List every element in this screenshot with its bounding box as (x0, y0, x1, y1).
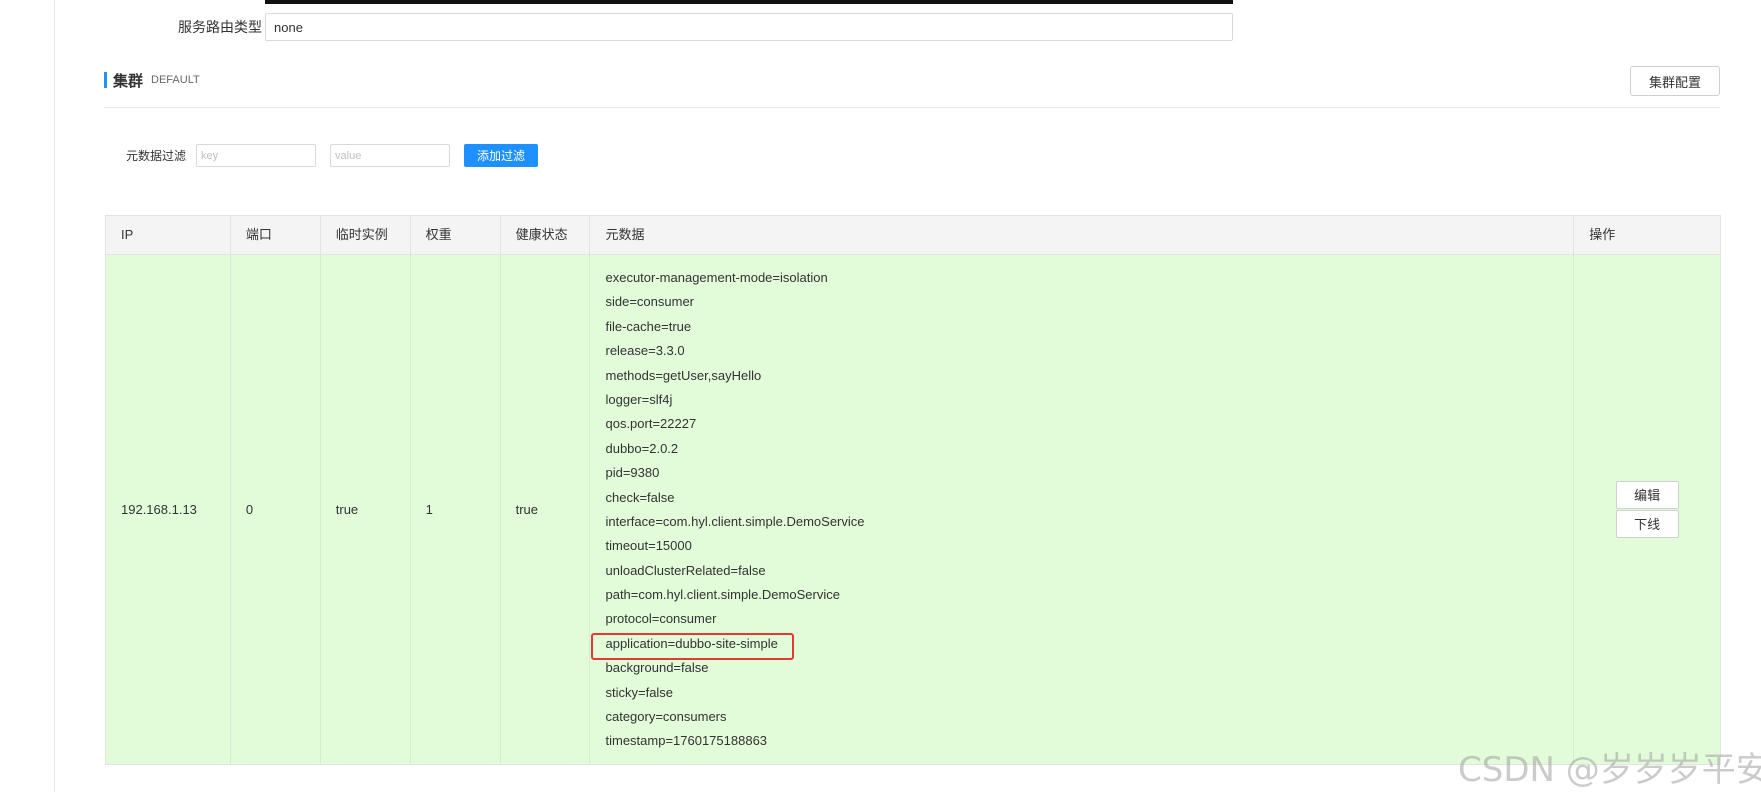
top-dark-bar (265, 0, 1233, 4)
metadata-item: sticky=false (605, 684, 674, 700)
cell-metadata: executor-management-mode=isolation side=… (590, 255, 1575, 764)
cell-health: true (501, 255, 591, 764)
cluster-name: DEFAULT (151, 74, 200, 86)
metadata-item: category=consumers (605, 709, 727, 725)
cell-weight: 1 (411, 255, 501, 764)
cell-ephemeral: true (321, 255, 411, 764)
header-ephemeral: 临时实例 (321, 216, 411, 254)
metadata-item: check=false (605, 489, 675, 505)
metadata-item: release=3.3.0 (605, 343, 685, 359)
section-divider (104, 107, 1720, 108)
cluster-config-button[interactable]: 集群配置 (1630, 66, 1720, 96)
add-filter-button[interactable]: 添加过滤 (464, 144, 539, 167)
cluster-title: 集群 (113, 72, 144, 90)
cell-ip: 192.168.1.13 (106, 255, 231, 764)
metadata-filter: 元数据过滤 添加过滤 (126, 144, 539, 167)
edit-button[interactable]: 编辑 (1615, 480, 1679, 509)
metadata-item: protocol=consumer (605, 611, 717, 627)
route-type-label: 服务路由类型 (178, 19, 262, 35)
metadata-item-highlighted: application=dubbo-site-simple (591, 632, 1573, 661)
header-health: 健康状态 (501, 216, 591, 254)
metadata-item: side=consumer (605, 294, 695, 310)
metadata-item: timestamp=1760175188863 (605, 733, 768, 749)
metadata-item: pid=9380 (605, 465, 660, 481)
header-metadata: 元数据 (590, 216, 1575, 254)
metadata-item: background=false (605, 660, 709, 676)
table-header: IP 端口 临时实例 权重 健康状态 元数据 操作 (106, 216, 1720, 255)
title-accent-bar (104, 72, 107, 88)
cluster-section-title: 集群 DEFAULT (104, 68, 200, 92)
header-ip: IP (106, 216, 231, 254)
metadata-item: qos.port=22227 (605, 416, 697, 432)
offline-button[interactable]: 下线 (1615, 509, 1679, 538)
header-weight: 权重 (411, 216, 501, 254)
left-divider (54, 0, 55, 792)
cell-port: 0 (231, 255, 321, 764)
filter-label: 元数据过滤 (126, 149, 187, 163)
metadata-item: unloadClusterRelated=false (605, 562, 766, 578)
filter-key-input[interactable] (196, 144, 317, 167)
metadata-item: interface=com.hyl.client.simple.DemoServ… (605, 513, 865, 529)
route-type-input[interactable] (265, 13, 1233, 41)
table-row: 192.168.1.13 0 true 1 true executor-mana… (106, 255, 1720, 764)
metadata-item: file-cache=true (605, 318, 692, 334)
header-port: 端口 (231, 216, 321, 254)
metadata-item: dubbo=2.0.2 (605, 440, 679, 456)
csdn-watermark: CSDN @岁岁岁平安 (1458, 750, 1761, 790)
cell-actions: 编辑 下线 (1574, 255, 1720, 764)
instance-table: IP 端口 临时实例 权重 健康状态 元数据 操作 192.168.1.13 0… (105, 215, 1721, 765)
filter-value-input[interactable] (330, 144, 451, 167)
metadata-item: path=com.hyl.client.simple.DemoService (605, 587, 840, 603)
metadata-item: executor-management-mode=isolation (605, 270, 828, 285)
header-actions: 操作 (1589, 227, 1616, 242)
metadata-item: logger=slf4j (605, 391, 673, 407)
metadata-item: methods=getUser,sayHello (605, 367, 762, 383)
metadata-item: timeout=15000 (605, 538, 692, 554)
